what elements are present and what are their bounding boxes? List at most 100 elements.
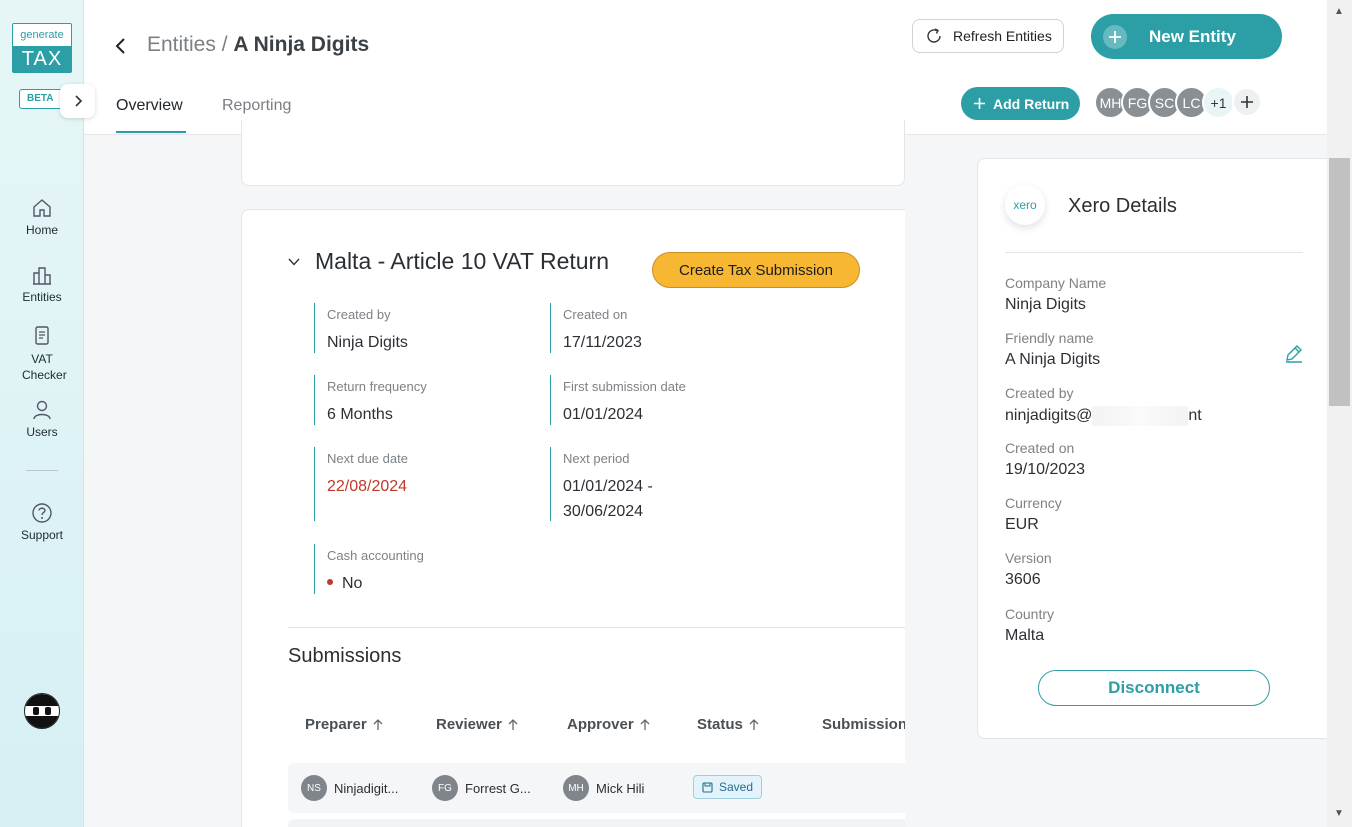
period-start: 01/01/2024 - — [563, 478, 653, 495]
sidebar-item-label: Users — [26, 425, 58, 439]
column-label: Submission — [822, 716, 905, 733]
field-value: No — [327, 571, 514, 596]
scrollbar-thumb[interactable] — [1329, 158, 1350, 406]
column-approver[interactable]: Approver — [567, 716, 650, 733]
sidebar-item-entities[interactable]: Entities — [0, 264, 84, 304]
home-icon — [33, 199, 51, 217]
field-label: Version — [1005, 550, 1052, 566]
new-entity-button[interactable]: New Entity — [1091, 14, 1282, 59]
sidebar-item-home[interactable]: Home — [0, 197, 84, 237]
return-title: Malta - Article 10 VAT Return — [315, 248, 610, 274]
field-value: 6 Months — [327, 406, 393, 423]
scroll-down-icon[interactable]: ▼ — [1334, 808, 1344, 819]
logo-bottom-text: TAX — [13, 46, 71, 72]
xero-title: Xero Details — [1068, 195, 1177, 217]
column-status[interactable]: Status — [697, 716, 759, 733]
field-label: Company Name — [1005, 275, 1107, 291]
breadcrumb: Entities / A Ninja Digits — [147, 33, 369, 57]
add-collaborator-button[interactable] — [1232, 87, 1262, 117]
active-tab-indicator — [116, 131, 186, 133]
user-icon — [33, 400, 51, 420]
create-tax-submission-button[interactable]: Create Tax Submission — [652, 252, 860, 288]
first-submission-field: First submission date 01/01/2024 — [550, 375, 750, 425]
field-value: Ninja Digits — [1005, 296, 1086, 313]
plus-icon — [1103, 24, 1127, 49]
tab-reporting[interactable]: Reporting — [222, 97, 291, 115]
page-title: A Ninja Digits — [233, 33, 370, 56]
sidebar-item-users[interactable]: Users — [0, 399, 84, 439]
field-label: Friendly name — [1005, 330, 1094, 346]
field-value: 22/08/2024 — [327, 478, 408, 495]
beta-badge: BETA — [19, 89, 63, 109]
cash-value: No — [342, 575, 363, 592]
new-entity-label: New Entity — [1149, 26, 1236, 46]
document-icon — [35, 326, 49, 345]
approver-name: Mick Hili — [596, 780, 645, 796]
currency-field: Currency EUR — [1005, 495, 1062, 534]
chevron-right-icon — [74, 95, 82, 107]
user-avatar[interactable] — [24, 693, 60, 729]
save-icon — [702, 781, 713, 793]
avatar: NS — [301, 775, 327, 801]
refresh-entities-button[interactable]: Refresh Entities — [912, 19, 1064, 53]
field-label: Created on — [563, 307, 628, 322]
field-label: Next period — [563, 451, 630, 466]
table-row[interactable]: NS Ninjadigit... FG Forrest G... MH Mick… — [288, 763, 905, 813]
sidebar-item-support[interactable]: Support — [0, 502, 84, 542]
xero-logo: xero — [1005, 185, 1045, 225]
column-preparer[interactable]: Preparer — [305, 716, 383, 733]
sidebar-expand-button[interactable] — [60, 84, 95, 118]
preparer-name: Ninjadigit... — [334, 780, 399, 796]
xero-details-card: xero Xero Details Company Name Ninja Dig… — [977, 158, 1329, 739]
sort-arrow-icon — [508, 718, 518, 730]
add-return-button[interactable]: Add Return — [961, 87, 1080, 120]
company-name-field: Company Name Ninja Digits — [1005, 275, 1106, 314]
breadcrumb-parent[interactable]: Entities — [147, 33, 216, 56]
sidebar-item-vat-checker[interactable]: VAT Checker — [0, 325, 84, 383]
column-reviewer[interactable]: Reviewer — [436, 716, 518, 733]
add-return-label: Add Return — [993, 95, 1070, 112]
field-value: 19/10/2023 — [1005, 461, 1086, 478]
column-submission[interactable]: Submission — [822, 716, 905, 733]
sidebar: generate TAX BETA Home Entities VAT Chec… — [0, 0, 95, 827]
edit-pencil-icon[interactable] — [1284, 343, 1304, 363]
avatar-more[interactable]: +1 — [1202, 86, 1235, 119]
created-by-field: Created by ninjadigits@ nt — [1005, 385, 1202, 426]
column-label: Approver — [567, 716, 634, 733]
page-header: Entities / A Ninja Digits Overview Repor… — [84, 0, 1327, 135]
field-value: 3606 — [1005, 571, 1041, 588]
chevron-down-icon[interactable] — [287, 257, 301, 267]
breadcrumb-separator: / — [215, 33, 234, 56]
field-label: First submission date — [563, 379, 686, 394]
plus-icon — [1241, 96, 1253, 108]
section-divider — [288, 627, 905, 628]
tab-overview[interactable]: Overview — [116, 97, 183, 115]
version-field: Version 3606 — [1005, 550, 1052, 589]
column-label: Preparer — [305, 716, 367, 733]
field-label: Currency — [1005, 495, 1062, 511]
cash-accounting-field: Cash accounting No — [314, 544, 514, 594]
disconnect-button[interactable]: Disconnect — [1038, 670, 1270, 706]
field-value: EUR — [1005, 516, 1039, 533]
vat-return-card: Malta - Article 10 VAT Return Create Tax… — [241, 209, 905, 827]
table-row[interactable] — [288, 819, 905, 827]
refresh-label: Refresh Entities — [953, 28, 1052, 44]
reviewer-name: Forrest G... — [465, 780, 531, 796]
sidebar-item-label: Support — [20, 528, 64, 542]
friendly-name-field: Friendly name A Ninja Digits — [1005, 330, 1100, 369]
help-icon — [32, 503, 52, 523]
status-cell: Saved — [693, 775, 763, 799]
next-period-field: Next period 01/01/2024 - 30/06/2024 — [550, 447, 750, 521]
created-on-field: Created on 19/10/2023 — [1005, 440, 1085, 479]
back-arrow-icon[interactable] — [114, 36, 126, 56]
ninja-avatar-icon — [25, 694, 59, 728]
field-value: 17/11/2023 — [563, 334, 642, 351]
scrollbar[interactable] — [1327, 0, 1352, 827]
generate-tax-logo[interactable]: generate TAX — [12, 23, 72, 73]
scroll-up-icon[interactable]: ▲ — [1334, 6, 1344, 17]
avatar: MH — [563, 775, 589, 801]
preparer-cell: NS Ninjadigit... — [301, 775, 398, 801]
field-value: ninjadigits@ nt — [1005, 406, 1202, 426]
return-frequency-field: Return frequency 6 Months — [314, 375, 514, 425]
next-due-date-field: Next due date 22/08/2024 — [314, 447, 514, 521]
